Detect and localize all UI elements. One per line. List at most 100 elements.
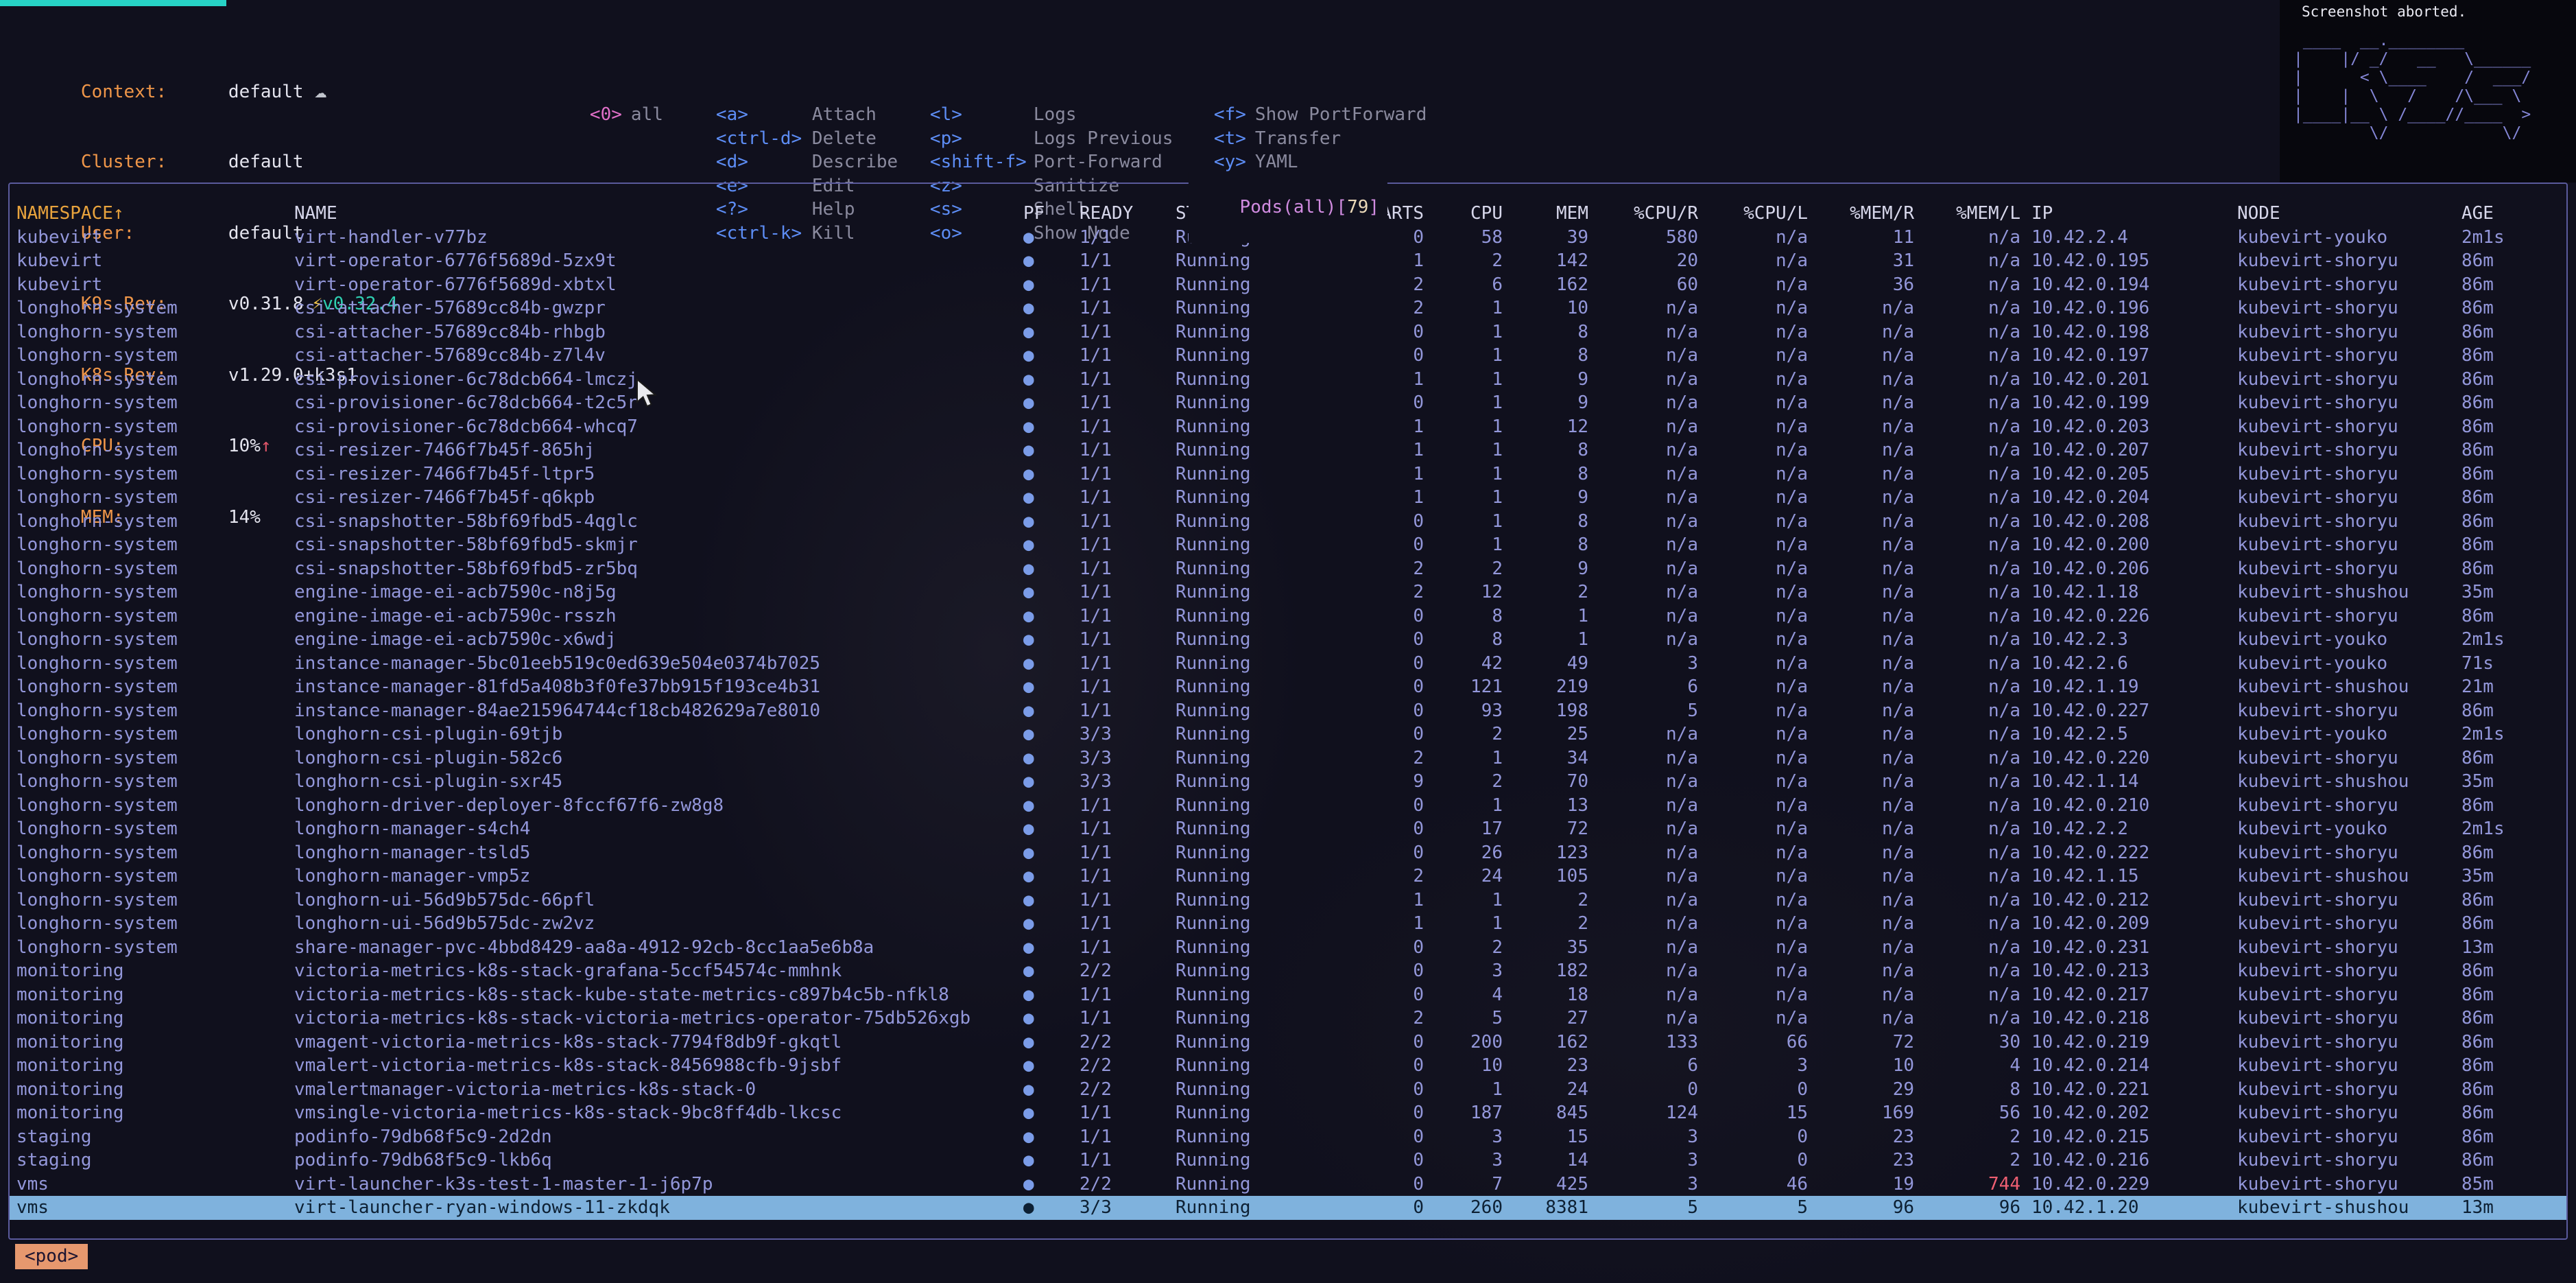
cell-status: Running: [1176, 1007, 1333, 1031]
pod-row[interactable]: longhorn-system longhorn-csi-plugin-sxr4…: [10, 770, 2566, 794]
cell-name: engine-image-ei-acb7590c-n8j5g: [294, 580, 1018, 604]
pod-row[interactable]: longhorn-system engine-image-ei-acb7590c…: [10, 628, 2566, 652]
cell-ip: 10.42.0.196: [2026, 296, 2232, 320]
cell-cpu: 1: [1429, 462, 1508, 486]
cell-namespace: longhorn-system: [16, 391, 294, 415]
cell-cpu-r: n/a: [1594, 888, 1704, 913]
pod-row[interactable]: longhorn-system csi-provisioner-6c78dcb6…: [10, 391, 2566, 415]
pod-row[interactable]: longhorn-system csi-snapshotter-58bf69fb…: [10, 510, 2566, 534]
pod-row[interactable]: kubevirt virt-operator-6776f5689d-5zx9t …: [10, 249, 2566, 273]
cell-ip: 10.42.0.226: [2026, 604, 2232, 628]
pod-row[interactable]: longhorn-system csi-attacher-57689cc84b-…: [10, 296, 2566, 320]
cell-mem-l: n/a: [1920, 486, 2026, 510]
cell-node: kubevirt-shoryu: [2232, 604, 2461, 628]
pod-row[interactable]: monitoring victoria-metrics-k8s-stack-vi…: [10, 1007, 2566, 1031]
pod-row[interactable]: longhorn-system longhorn-driver-deployer…: [10, 794, 2566, 818]
cell-cpu: 8: [1429, 628, 1508, 652]
pod-row[interactable]: longhorn-system share-manager-pvc-4bbd84…: [10, 936, 2566, 960]
hotkey-item: <a>Attach: [652, 80, 866, 104]
column-header-mem: MEM: [1508, 202, 1594, 226]
cell-cpu-l: 0: [1704, 1078, 1813, 1102]
cell-node: kubevirt-youko: [2232, 817, 2461, 841]
pod-row[interactable]: longhorn-system csi-attacher-57689cc84b-…: [10, 344, 2566, 368]
cell-cpu-r: 580: [1594, 226, 1704, 250]
cell-cpu-l: n/a: [1704, 652, 1813, 676]
pod-row[interactable]: longhorn-system longhorn-manager-tsld5 ●…: [10, 841, 2566, 865]
pod-row[interactable]: longhorn-system csi-resizer-7466f7b45f-8…: [10, 438, 2566, 462]
cell-ip: 10.42.0.218: [2026, 1007, 2232, 1031]
cell-ready: 1/1: [1080, 249, 1176, 273]
cell-mem: 142: [1508, 249, 1594, 273]
pod-row[interactable]: longhorn-system instance-manager-81fd5a4…: [10, 675, 2566, 699]
pod-row[interactable]: longhorn-system csi-snapshotter-58bf69fb…: [10, 557, 2566, 581]
pod-row[interactable]: longhorn-system engine-image-ei-acb7590c…: [10, 580, 2566, 604]
cell-status: Running: [1176, 794, 1333, 818]
cell-cpu-r: n/a: [1594, 794, 1704, 818]
cell-namespace: longhorn-system: [16, 344, 294, 368]
cell-ready: 1/1: [1080, 415, 1176, 439]
cell-ready: 2/2: [1080, 1031, 1176, 1055]
pod-row[interactable]: longhorn-system longhorn-manager-s4ch4 ●…: [10, 817, 2566, 841]
cell-mem-l: n/a: [1920, 959, 2026, 983]
cell-namespace: longhorn-system: [16, 864, 294, 888]
portforward-dot-icon: ●: [1018, 533, 1080, 557]
pod-row[interactable]: kubevirt virt-operator-6776f5689d-xbtxl …: [10, 273, 2566, 297]
cell-ip: 10.42.0.222: [2026, 841, 2232, 865]
pod-count: 79: [1347, 197, 1368, 217]
pod-row[interactable]: vms virt-launcher-ryan-windows-11-zkdqk …: [10, 1196, 2566, 1220]
pod-row[interactable]: longhorn-system longhorn-csi-plugin-582c…: [10, 746, 2566, 770]
cell-cpu-r: 124: [1594, 1101, 1704, 1125]
cell-cpu-r: n/a: [1594, 983, 1704, 1007]
pod-row[interactable]: staging podinfo-79db68f5c9-lkb6q ● 1/1 R…: [10, 1149, 2566, 1173]
cell-age: 2m1s: [2461, 628, 2566, 652]
cell-cpu-r: n/a: [1594, 391, 1704, 415]
cell-ready: 1/1: [1080, 368, 1176, 392]
pod-row[interactable]: longhorn-system csi-attacher-57689cc84b-…: [10, 320, 2566, 344]
cell-mem: 219: [1508, 675, 1594, 699]
portforward-dot-icon: ●: [1018, 320, 1080, 344]
pod-row[interactable]: staging podinfo-79db68f5c9-2d2dn ● 1/1 R…: [10, 1125, 2566, 1149]
cell-age: 86m: [2461, 1031, 2566, 1055]
pod-row[interactable]: monitoring vmsingle-victoria-metrics-k8s…: [10, 1101, 2566, 1125]
pod-row[interactable]: longhorn-system csi-resizer-7466f7b45f-l…: [10, 462, 2566, 486]
cell-restarts: 2: [1333, 273, 1429, 297]
pod-row[interactable]: monitoring vmagent-victoria-metrics-k8s-…: [10, 1031, 2566, 1055]
cell-namespace: monitoring: [16, 959, 294, 983]
cell-restarts: 0: [1333, 320, 1429, 344]
cell-name: virt-launcher-ryan-windows-11-zkdqk: [294, 1196, 1018, 1220]
cell-age: 86m: [2461, 296, 2566, 320]
pod-row[interactable]: longhorn-system longhorn-ui-56d9b575dc-z…: [10, 912, 2566, 936]
cell-node: kubevirt-shushou: [2232, 864, 2461, 888]
cell-namespace: longhorn-system: [16, 770, 294, 794]
cell-age: 86m: [2461, 959, 2566, 983]
pod-row[interactable]: monitoring victoria-metrics-k8s-stack-ku…: [10, 983, 2566, 1007]
pod-row[interactable]: longhorn-system longhorn-ui-56d9b575dc-6…: [10, 888, 2566, 913]
pod-row[interactable]: monitoring vmalert-victoria-metrics-k8s-…: [10, 1054, 2566, 1078]
cell-age: 86m: [2461, 510, 2566, 534]
pod-row[interactable]: longhorn-system engine-image-ei-acb7590c…: [10, 604, 2566, 628]
cell-status: Running: [1176, 959, 1333, 983]
pod-row[interactable]: longhorn-system csi-provisioner-6c78dcb6…: [10, 415, 2566, 439]
pod-row[interactable]: monitoring vmalertmanager-victoria-metri…: [10, 1078, 2566, 1102]
portforward-dot-icon: ●: [1018, 794, 1080, 818]
cell-cpu: 1: [1429, 1078, 1508, 1102]
cell-restarts: 0: [1333, 533, 1429, 557]
cell-mem: 123: [1508, 841, 1594, 865]
pod-row[interactable]: longhorn-system csi-provisioner-6c78dcb6…: [10, 368, 2566, 392]
pod-row[interactable]: longhorn-system instance-manager-5bc01ee…: [10, 652, 2566, 676]
cell-mem-l: n/a: [1920, 817, 2026, 841]
pod-row[interactable]: monitoring victoria-metrics-k8s-stack-gr…: [10, 959, 2566, 983]
cell-cpu-l: n/a: [1704, 415, 1813, 439]
pod-row[interactable]: longhorn-system csi-resizer-7466f7b45f-q…: [10, 486, 2566, 510]
hotkey-label: Logs: [1034, 104, 1077, 125]
portforward-dot-icon: ●: [1018, 1078, 1080, 1102]
pod-row[interactable]: longhorn-system csi-snapshotter-58bf69fb…: [10, 533, 2566, 557]
cell-namespace: longhorn-system: [16, 699, 294, 723]
pod-row[interactable]: longhorn-system instance-manager-84ae215…: [10, 699, 2566, 723]
cell-cpu-r: n/a: [1594, 936, 1704, 960]
cell-mem-l: n/a: [1920, 273, 2026, 297]
cell-mem-l: n/a: [1920, 912, 2026, 936]
pod-row[interactable]: longhorn-system longhorn-csi-plugin-69tj…: [10, 722, 2566, 746]
pod-row[interactable]: vms virt-launcher-k3s-test-1-master-1-j6…: [10, 1173, 2566, 1197]
pod-row[interactable]: longhorn-system longhorn-manager-vmp5z ●…: [10, 864, 2566, 888]
